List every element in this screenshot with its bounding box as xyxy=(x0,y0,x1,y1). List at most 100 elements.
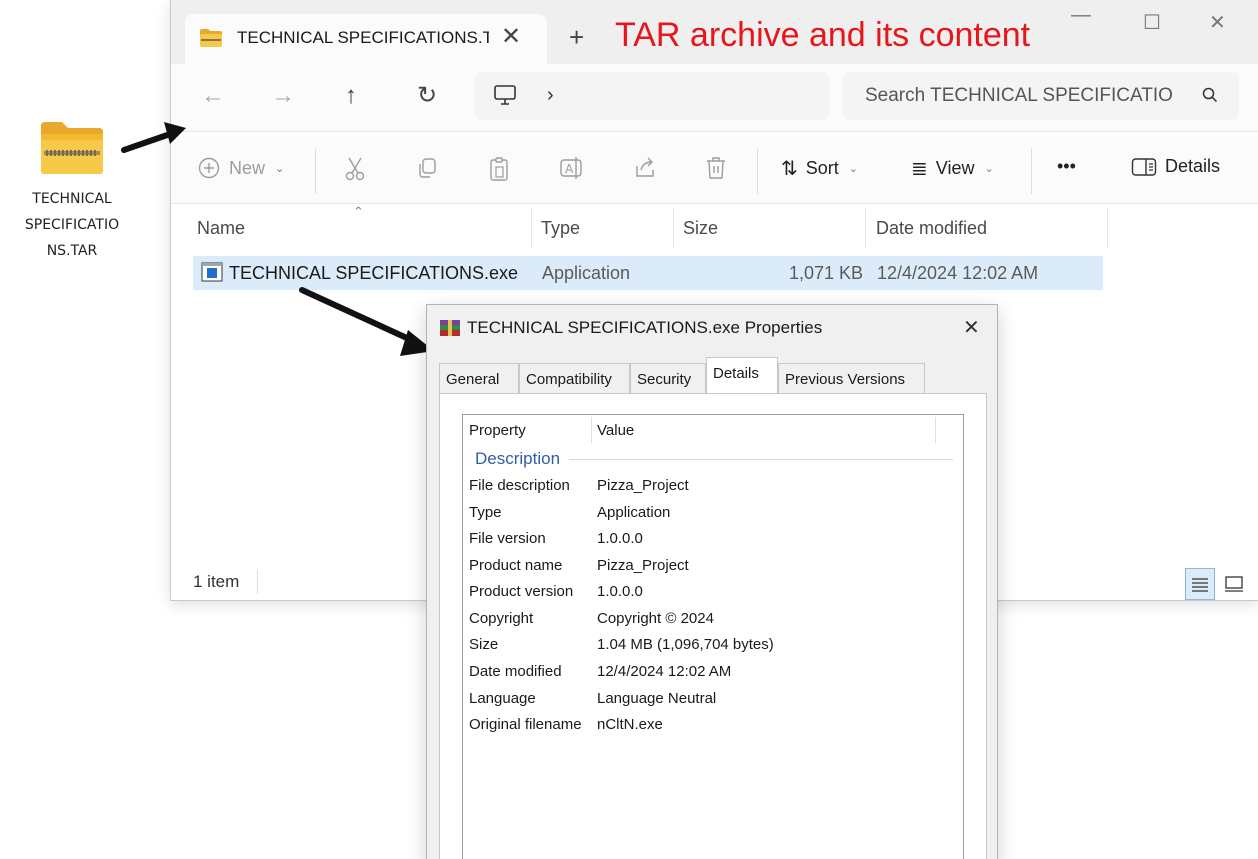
column-header: ⌃ Name Type Size Date modified xyxy=(171,204,1111,250)
copy-button[interactable] xyxy=(415,156,439,180)
property-row[interactable]: Product version 1.0.0.0 xyxy=(469,583,949,607)
copy-icon xyxy=(419,158,436,178)
forward-arrow-icon[interactable]: → xyxy=(271,84,295,108)
tab-title: TECHNICAL SPECIFICATIONS.TAR xyxy=(237,28,489,47)
svg-text:A: A xyxy=(565,162,574,176)
property-key: Type xyxy=(469,504,502,521)
column-divider[interactable] xyxy=(591,417,592,443)
property-row[interactable]: Copyright Copyright © 2024 xyxy=(469,610,949,634)
property-value: 1.0.0.0 xyxy=(597,530,643,547)
search-input[interactable] xyxy=(865,82,1185,110)
property-key: Product version xyxy=(469,583,574,600)
view-button[interactable]: ≣ View ⌄ xyxy=(911,156,994,181)
new-button[interactable]: New ⌄ xyxy=(197,156,284,180)
tab-previous-versions[interactable]: Previous Versions xyxy=(778,363,925,393)
details-pane-button[interactable]: Details xyxy=(1131,156,1220,177)
property-value: 1.0.0.0 xyxy=(597,583,643,600)
desktop-file-label-line: NS.TAR xyxy=(46,243,98,259)
more-options-icon: ••• xyxy=(1057,156,1076,176)
clipboard-icon xyxy=(490,157,508,181)
property-row[interactable]: Size 1.04 MB (1,096,704 bytes) xyxy=(469,636,949,660)
chevron-down-icon: ⌄ xyxy=(275,162,285,175)
property-key: Size xyxy=(469,636,499,653)
close-window-icon[interactable]: ✕ xyxy=(1209,10,1226,35)
tiles-view-button[interactable] xyxy=(1219,568,1249,600)
details-view-button[interactable] xyxy=(1185,568,1215,600)
new-tab-button[interactable]: + xyxy=(569,22,584,52)
column-divider[interactable] xyxy=(531,208,532,248)
winrar-icon xyxy=(440,320,460,336)
zip-folder-icon xyxy=(41,122,103,174)
column-divider[interactable] xyxy=(935,417,936,443)
properties-header: Property Value xyxy=(463,415,963,445)
tab-general[interactable]: General xyxy=(439,363,519,393)
property-row[interactable]: File version 1.0.0.0 xyxy=(469,530,949,554)
back-arrow-icon[interactable]: ← xyxy=(201,84,225,108)
minimize-icon[interactable]: — xyxy=(1071,4,1091,27)
paste-button[interactable] xyxy=(487,156,511,182)
status-divider xyxy=(257,570,258,594)
cut-button[interactable] xyxy=(343,156,367,182)
sort-button[interactable]: ⇅ Sort ⌄ xyxy=(781,156,858,181)
column-divider[interactable] xyxy=(673,208,674,248)
address-bar: ← → ↑ ↻ › xyxy=(171,64,1258,132)
property-value: 12/4/2024 12:02 AM xyxy=(597,663,732,680)
property-key: Original filename xyxy=(469,716,582,733)
tab-compatibility[interactable]: Compatibility xyxy=(519,363,630,393)
property-row[interactable]: Date modified 12/4/2024 12:02 AM xyxy=(469,663,949,687)
column-divider[interactable] xyxy=(1107,208,1108,248)
column-size[interactable]: Size xyxy=(683,218,718,239)
properties-dialog: TECHNICAL SPECIFICATIONS.exe Properties … xyxy=(426,304,998,859)
value-column-header[interactable]: Value xyxy=(597,422,634,439)
column-divider[interactable] xyxy=(865,208,866,248)
property-value: Language Neutral xyxy=(597,690,717,707)
dialog-title: TECHNICAL SPECIFICATIONS.exe Properties xyxy=(467,318,823,337)
toolbar-divider xyxy=(315,148,316,194)
property-key: File version xyxy=(469,530,546,547)
property-key: Product name xyxy=(469,557,563,574)
new-button-label: New xyxy=(229,157,266,178)
column-type[interactable]: Type xyxy=(541,218,580,239)
refresh-icon[interactable]: ↻ xyxy=(417,84,437,108)
property-column-header[interactable]: Property xyxy=(469,422,526,439)
zip-folder-icon xyxy=(200,29,222,47)
sort-arrows-icon: ⇅ xyxy=(781,158,798,180)
share-button[interactable] xyxy=(633,156,657,180)
tab-security[interactable]: Security xyxy=(630,363,706,393)
file-name: TECHNICAL SPECIFICATIONS.exe xyxy=(229,263,519,283)
property-value: 1.04 MB (1,096,704 bytes) xyxy=(597,636,774,653)
properties-list[interactable]: Property Value Description File descript… xyxy=(462,414,964,859)
rename-button[interactable]: A xyxy=(559,156,585,180)
chevron-down-icon: ⌄ xyxy=(848,163,858,175)
list-lines-icon: ≣ xyxy=(911,158,928,180)
dialog-close-icon[interactable]: ✕ xyxy=(963,315,980,340)
tab-close-icon[interactable]: ✕ xyxy=(501,22,521,51)
column-date-modified[interactable]: Date modified xyxy=(876,218,987,239)
property-key: Copyright xyxy=(469,610,534,627)
property-row[interactable]: File description Pizza_Project xyxy=(469,477,949,501)
property-row[interactable]: Product name Pizza_Project xyxy=(469,557,949,581)
tab-details[interactable]: Details xyxy=(706,357,778,393)
up-arrow-icon[interactable]: ↑ xyxy=(345,84,357,108)
this-pc-icon xyxy=(494,85,516,105)
property-value: Application xyxy=(597,504,671,521)
column-name[interactable]: Name xyxy=(197,218,245,239)
search-box[interactable] xyxy=(843,72,1239,120)
search-icon[interactable] xyxy=(1201,86,1219,104)
explorer-tab[interactable]: TECHNICAL SPECIFICATIONS.TAR ✕ xyxy=(185,14,547,64)
more-options-button[interactable]: ••• xyxy=(1057,156,1076,177)
property-key: Language xyxy=(469,690,536,707)
section-description: Description xyxy=(475,449,561,468)
property-row[interactable]: Original filename nCltN.exe xyxy=(469,716,949,740)
property-row[interactable]: Type Application xyxy=(469,504,949,528)
desktop-file-label-line: SPECIFICATIO xyxy=(24,217,120,233)
property-row[interactable]: Language Language Neutral xyxy=(469,690,949,714)
desktop-tar-file[interactable]: TECHNICAL SPECIFICATIO NS.TAR xyxy=(10,118,134,264)
delete-button[interactable] xyxy=(705,156,727,180)
maximize-icon[interactable]: ☐ xyxy=(1143,10,1161,35)
table-row[interactable]: TECHNICAL SPECIFICATIONS.exe Application… xyxy=(193,256,1103,290)
chevron-right-icon[interactable]: › xyxy=(547,84,554,107)
breadcrumb[interactable]: › xyxy=(475,72,829,120)
view-switcher xyxy=(1185,568,1249,600)
file-size: 1,071 KB xyxy=(789,263,864,283)
